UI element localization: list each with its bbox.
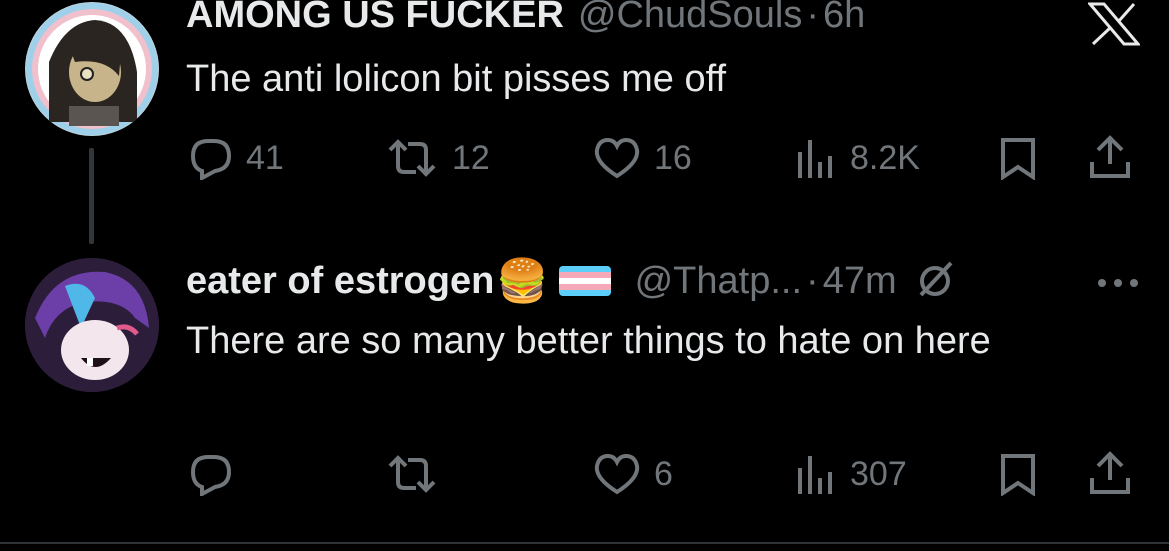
tweet1-share-button[interactable] <box>1088 134 1132 185</box>
bookmark-icon <box>1001 138 1035 181</box>
tweet2-header: eater of estrogen 🍔 @Thatp... · 47m <box>186 256 955 306</box>
views-icon <box>798 456 832 494</box>
tweet1-like-button[interactable]: 16 <box>592 136 692 180</box>
bookmark-icon <box>1001 454 1035 497</box>
more-icon[interactable] <box>1096 276 1140 294</box>
avatar-image <box>25 258 159 392</box>
tweet2-like-count: 6 <box>654 454 673 493</box>
tweet1-handle[interactable]: @ChudSouls <box>578 0 802 37</box>
trans-flag-icon <box>558 266 611 296</box>
tweet1-view-count: 8.2K <box>850 138 920 177</box>
tweet2-handle[interactable]: @Thatp... <box>635 260 802 303</box>
tweet2-separator: · <box>806 259 819 302</box>
tweet2-like-button[interactable]: 6 <box>592 452 673 496</box>
tweet1-reply-count: 41 <box>246 138 284 177</box>
tweet2-views-button[interactable]: 307 <box>794 452 907 496</box>
avatar-eater-of-estrogen[interactable] <box>25 258 159 392</box>
avatar-image <box>26 3 158 135</box>
tweet2-repost-button[interactable] <box>384 452 452 496</box>
tweet1-repost-count: 12 <box>452 138 490 177</box>
tweet2-view-count: 307 <box>850 454 907 493</box>
tweet2-bookmark-button[interactable] <box>998 452 1038 501</box>
reply-icon <box>190 455 232 496</box>
tweet2-display-name[interactable]: eater of estrogen <box>186 260 494 303</box>
tweet1-views-button[interactable]: 8.2K <box>794 136 920 180</box>
grok-icon[interactable] <box>915 259 955 304</box>
tweet1-repost-button[interactable]: 12 <box>384 136 490 180</box>
tweet1-text: The anti lolicon bit pisses me off <box>186 58 727 100</box>
reply-icon <box>190 139 232 180</box>
share-icon <box>1090 135 1130 178</box>
x-logo-icon[interactable] <box>1086 2 1142 51</box>
hamburger-emoji-icon: 🍔 <box>496 256 549 305</box>
repost-icon <box>388 455 436 493</box>
tweet1-bookmark-button[interactable] <box>998 136 1038 185</box>
views-icon <box>798 140 832 178</box>
heart-icon <box>594 137 640 179</box>
tweet1-reply-button[interactable]: 41 <box>188 136 284 180</box>
tweet2-time[interactable]: 47m <box>823 260 897 303</box>
thread-connector-line <box>89 148 94 244</box>
tweet2-share-button[interactable] <box>1088 450 1132 501</box>
heart-icon <box>594 453 640 495</box>
tweet1-display-name[interactable]: AMONG US FUCKER <box>186 0 564 37</box>
tweet2-reply-button[interactable] <box>188 452 246 496</box>
tweet1-separator: · <box>806 0 820 36</box>
repost-icon <box>388 139 436 177</box>
avatar-chudsouls[interactable] <box>25 2 159 136</box>
share-icon <box>1090 451 1130 494</box>
tweet1-header: AMONG US FUCKER @ChudSouls · 6h <box>186 0 865 37</box>
bottom-divider <box>0 542 1169 544</box>
tweet1-time[interactable]: 6h <box>823 0 865 37</box>
tweet1-like-count: 16 <box>654 138 692 177</box>
tweet2-text: There are so many better things to hate … <box>186 320 991 362</box>
